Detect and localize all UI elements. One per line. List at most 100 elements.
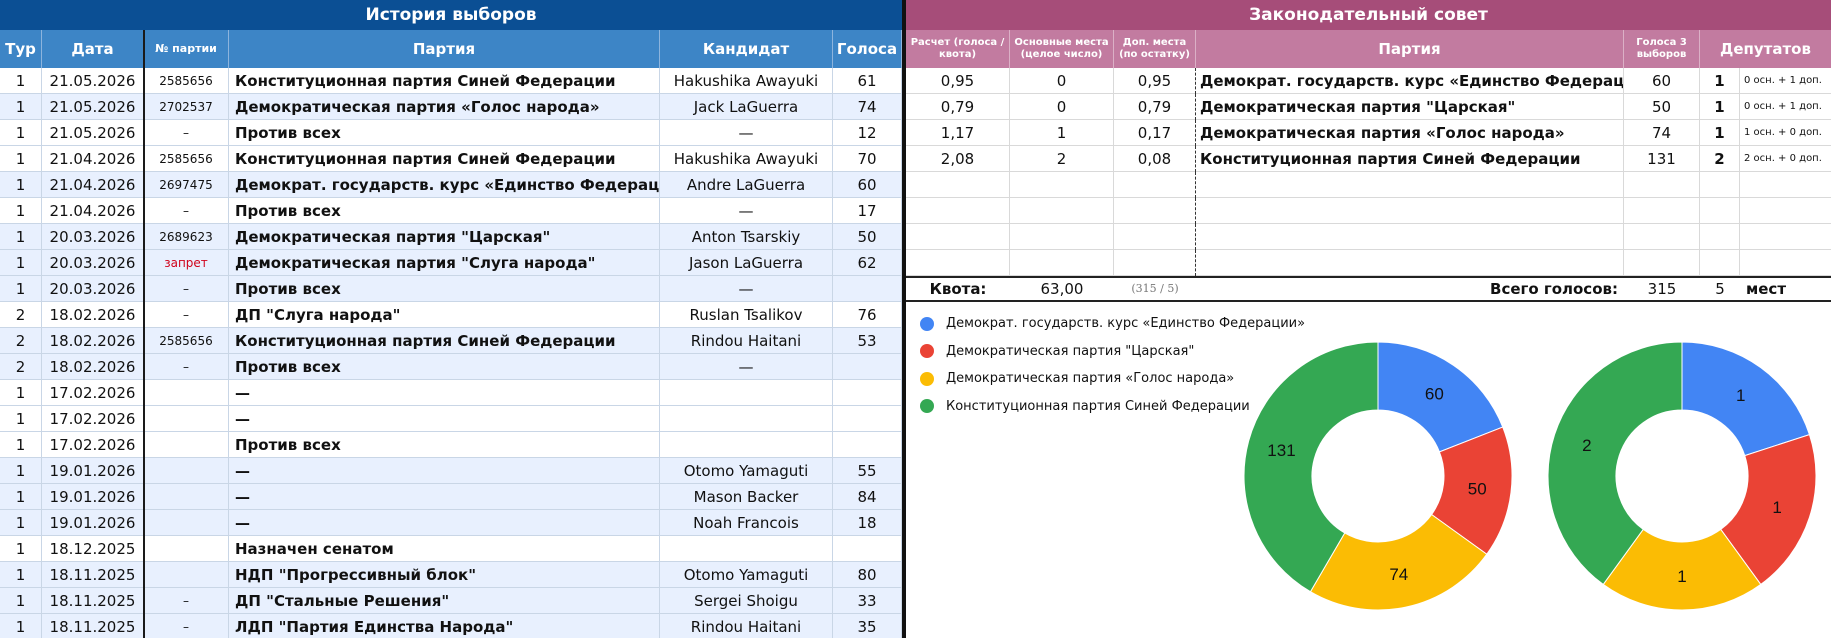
party-cell[interactable]: ДП "Слуга народа" [229, 302, 660, 328]
round-cell[interactable]: 1 [0, 510, 42, 536]
party-cell[interactable]: — [229, 458, 660, 484]
candidate-cell[interactable]: Rindou Haitani [660, 614, 833, 638]
table-row[interactable]: 1 21.05.2026 2585656 Конституционная партия… [0, 68, 902, 94]
calc-cell[interactable]: 2,08 [906, 146, 1010, 172]
round-cell[interactable]: 1 [0, 458, 42, 484]
round-cell[interactable]: 1 [0, 484, 42, 510]
party-number-cell[interactable]: 2585656 [144, 68, 229, 94]
candidate-cell[interactable]: Jack LaGuerra [660, 94, 833, 120]
date-cell[interactable]: 20.03.2026 [42, 250, 144, 276]
votes-cell[interactable]: 84 [833, 484, 902, 510]
party-cell[interactable]: Конституционная партия Синей Федерации [229, 328, 660, 354]
legend-entry[interactable]: Демократ. государств. курс «Единство Фед… [920, 310, 1305, 338]
date-cell[interactable]: 18.02.2026 [42, 354, 144, 380]
date-cell[interactable]: 19.01.2026 [42, 510, 144, 536]
party-number-cell[interactable]: 2702537 [144, 94, 229, 120]
votes-cell[interactable]: 53 [833, 328, 902, 354]
party-number-cell[interactable]: 2585656 [144, 328, 229, 354]
party-number-cell[interactable]: – [144, 120, 229, 146]
main-seats-cell[interactable] [1010, 172, 1114, 198]
party-cell[interactable]: Против всех [229, 120, 660, 146]
round-cell[interactable]: 1 [0, 68, 42, 94]
round-cell[interactable]: 1 [0, 94, 42, 120]
date-cell[interactable]: 18.11.2025 [42, 588, 144, 614]
deputies-cell[interactable] [1700, 198, 1740, 224]
table-row[interactable]: 1 20.03.2026 2689623 Демократическая партия… [0, 224, 902, 250]
party-number-cell[interactable]: – [144, 614, 229, 638]
col-header-round[interactable]: Тур [0, 30, 42, 68]
round-cell[interactable]: 1 [0, 536, 42, 562]
votes-cell[interactable]: 33 [833, 588, 902, 614]
col-header-votes-3[interactable]: Голоса 3 выборов [1624, 30, 1700, 68]
seat-breakdown-cell[interactable]: 0 осн. + 1 доп. [1740, 68, 1831, 94]
candidate-cell[interactable] [660, 406, 833, 432]
party-number-cell[interactable]: 2585656 [144, 146, 229, 172]
col-header-party[interactable]: Партия [229, 30, 660, 68]
quota-value[interactable]: 63,00 [1010, 278, 1114, 300]
deputies-cell[interactable]: 1 [1700, 68, 1740, 94]
table-row[interactable]: 1 21.04.2026– Против всех —17 [0, 198, 902, 224]
date-cell[interactable]: 21.05.2026 [42, 68, 144, 94]
calc-cell[interactable] [906, 172, 1010, 198]
votes-cell[interactable]: 35 [833, 614, 902, 638]
table-row[interactable]: 1 17.02.2026 — [0, 380, 902, 406]
candidate-cell[interactable]: Mason Backer [660, 484, 833, 510]
table-row[interactable]: 1 17.02.2026 Против всех [0, 432, 902, 458]
council-party-cell[interactable] [1196, 198, 1624, 224]
candidate-cell[interactable]: — [660, 198, 833, 224]
table-row[interactable]: 2 18.02.2026 2585656 Конституционная партия… [0, 328, 902, 354]
round-cell[interactable]: 1 [0, 432, 42, 458]
table-row[interactable]: 1 21.05.2026 2702537 Демократическая партия… [0, 94, 902, 120]
votes-cell[interactable] [833, 406, 902, 432]
round-cell[interactable]: 1 [0, 406, 42, 432]
table-row[interactable]: 1 18.11.2025– ДП "Стальные Решения" Sergei … [0, 588, 902, 614]
votes-cell[interactable]: 61 [833, 68, 902, 94]
calc-cell[interactable] [906, 250, 1010, 276]
main-seats-cell[interactable]: 1 [1010, 120, 1114, 146]
candidate-cell[interactable]: Noah Francois [660, 510, 833, 536]
party-cell[interactable]: Конституционная партия Синей Федерации [229, 68, 660, 94]
round-cell[interactable]: 1 [0, 562, 42, 588]
round-cell[interactable]: 1 [0, 614, 42, 638]
party-cell[interactable]: НДП "Прогрессивный блок" [229, 562, 660, 588]
date-cell[interactable]: 19.01.2026 [42, 484, 144, 510]
party-number-cell[interactable]: запрет [144, 250, 229, 276]
party-cell[interactable]: Демократическая партия «Голос народа» [229, 94, 660, 120]
col-header-extra-seats[interactable]: Доп. места (по остатку) [1114, 30, 1196, 68]
candidate-cell[interactable] [660, 536, 833, 562]
votes-cell[interactable]: 80 [833, 562, 902, 588]
table-row[interactable]: 1 19.01.2026 — Mason Backer 84 [0, 484, 902, 510]
date-cell[interactable]: 18.11.2025 [42, 614, 144, 638]
candidate-cell[interactable]: Rindou Haitani [660, 328, 833, 354]
party-cell[interactable]: Демократическая партия "Царская" [229, 224, 660, 250]
votes-3-cell[interactable]: 60 [1624, 68, 1700, 94]
candidate-cell[interactable] [660, 432, 833, 458]
main-seats-cell[interactable] [1010, 250, 1114, 276]
votes-cell[interactable] [833, 432, 902, 458]
party-number-cell[interactable]: – [144, 198, 229, 224]
col-header-votes[interactable]: Голоса [833, 30, 902, 68]
party-cell[interactable]: Против всех [229, 432, 660, 458]
council-party-cell[interactable]: Демократическая партия «Голос народа» [1196, 120, 1624, 146]
votes-3-cell[interactable] [1624, 224, 1700, 250]
votes-cell[interactable] [833, 380, 902, 406]
votes-3-cell[interactable]: 50 [1624, 94, 1700, 120]
votes-cell[interactable]: 12 [833, 120, 902, 146]
deputies-cell[interactable]: 2 [1700, 146, 1740, 172]
date-cell[interactable]: 17.02.2026 [42, 380, 144, 406]
party-cell[interactable]: ЛДП "Партия Единства Народа" [229, 614, 660, 638]
seat-breakdown-cell[interactable]: 2 осн. + 0 доп. [1740, 146, 1831, 172]
extra-seats-cell[interactable]: 0,79 [1114, 94, 1196, 120]
candidate-cell[interactable]: Otomo Yamaguti [660, 458, 833, 484]
extra-seats-cell[interactable]: 0,17 [1114, 120, 1196, 146]
votes-cell[interactable]: 55 [833, 458, 902, 484]
candidate-cell[interactable]: — [660, 276, 833, 302]
date-cell[interactable]: 21.04.2026 [42, 198, 144, 224]
seat-breakdown-cell[interactable] [1740, 250, 1831, 276]
party-cell[interactable]: Демократ. государств. курс «Единство Фед… [229, 172, 660, 198]
table-row[interactable] [906, 224, 1831, 250]
votes-3-cell[interactable] [1624, 198, 1700, 224]
party-cell[interactable]: Против всех [229, 276, 660, 302]
votes-cell[interactable] [833, 276, 902, 302]
table-row[interactable]: 1,17 1 0,17 Демократическая партия «Голос н… [906, 120, 1831, 146]
